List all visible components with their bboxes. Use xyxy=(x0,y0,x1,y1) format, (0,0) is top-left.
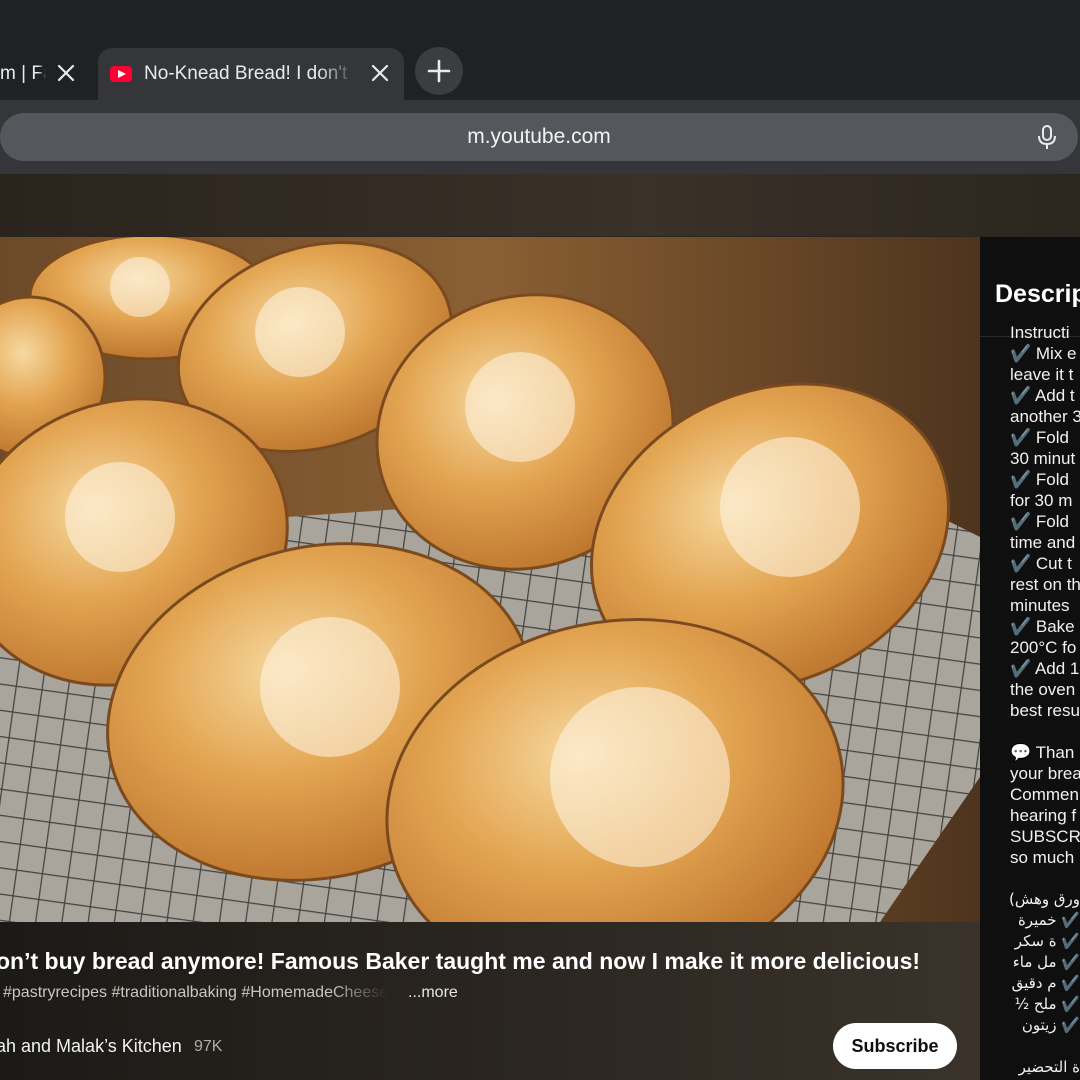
description-line: hearing f xyxy=(1010,806,1077,825)
description-line: ✔️ Fold xyxy=(1010,512,1069,531)
tab-strip: m | Fa No-Knead Bread! I don't xyxy=(0,0,1080,100)
description-body: Instructi ✔️ Mix e leave it t ✔️ Add t anoth… xyxy=(1008,322,1080,1078)
youtube-favicon-icon xyxy=(110,66,132,82)
description-line xyxy=(1010,1036,1080,1057)
description-line: your brea xyxy=(1010,764,1080,783)
microphone-icon[interactable] xyxy=(1034,124,1060,150)
description-line: 200°C fo xyxy=(1010,638,1077,657)
video-metadata: on’t buy bread anymore! Famous Baker tau… xyxy=(0,922,980,1080)
description-line: ✔️ زيتون xyxy=(1021,1016,1080,1034)
description-line: minutes xyxy=(1010,596,1070,615)
page-header xyxy=(0,174,1080,236)
description-line: ✔️ Add t xyxy=(1010,386,1075,405)
description-line: another 3 xyxy=(1010,407,1080,426)
description-line: ✔️ Add 1 xyxy=(1010,659,1080,678)
description-line: ✔️ م دقيق xyxy=(1011,974,1080,992)
description-line: for 30 m xyxy=(1010,491,1073,510)
address-bar[interactable]: m.youtube.com xyxy=(0,113,1078,161)
channel-name[interactable]: ah and Malak’s Kitchen xyxy=(0,1036,182,1057)
subscribe-button[interactable]: Subscribe xyxy=(833,1023,957,1069)
tab-title: m | Fa xyxy=(0,63,46,84)
close-icon[interactable] xyxy=(53,60,79,86)
description-line: ✔️ Bake xyxy=(1010,617,1075,636)
description-line: ✔️ Fold xyxy=(1010,470,1069,489)
description-line: ✔️ مل ماء xyxy=(1012,953,1080,971)
description-line: the oven xyxy=(1010,680,1076,699)
description-line xyxy=(1010,721,1080,742)
description-line xyxy=(1010,868,1080,889)
video-hashtags[interactable]: #pastryrecipes #traditionalbaking #Homem… xyxy=(3,984,388,1002)
browser-toolbar: m.youtube.com xyxy=(0,100,1080,174)
more-link[interactable]: ...more xyxy=(408,984,458,1002)
description-line: ✔️ ة سكر xyxy=(1014,932,1080,950)
description-line: so much xyxy=(1010,848,1075,867)
web-page: on’t buy bread anymore! Famous Baker tau… xyxy=(0,174,1080,1080)
description-line: best resu xyxy=(1010,701,1080,720)
tab-title: No-Knead Bread! I don't xyxy=(144,63,348,84)
description-panel[interactable]: Descrip Instructi ✔️ Mix e leave it t ✔️ Ad… xyxy=(980,237,1080,1080)
description-line: SUBSCR xyxy=(1010,827,1080,846)
description-line: Instructi xyxy=(1010,323,1070,342)
description-line: leave it t xyxy=(1010,365,1074,384)
description-line: ة التحضير xyxy=(1018,1058,1080,1076)
video-title[interactable]: on’t buy bread anymore! Famous Baker tau… xyxy=(0,948,920,975)
description-line: Commen xyxy=(1010,785,1079,804)
description-line: ✔️ Cut t xyxy=(1010,554,1072,573)
close-icon[interactable] xyxy=(367,60,393,86)
description-line: 30 minut xyxy=(1010,449,1076,468)
tab-inactive[interactable]: m | Fa xyxy=(0,48,95,100)
description-line: ورق وهش) xyxy=(1008,890,1080,908)
video-thumbnail-bread xyxy=(0,237,980,922)
subscriber-count: 97K xyxy=(194,1038,223,1055)
description-line: ✔️ ملح ½ xyxy=(1014,995,1080,1013)
new-tab-button[interactable] xyxy=(415,47,463,95)
description-line: rest on th xyxy=(1010,575,1080,594)
tab-active[interactable]: No-Knead Bread! I don't xyxy=(98,48,404,100)
description-heading: Descrip xyxy=(995,280,1080,308)
description-line: 💬 Than xyxy=(1010,743,1075,762)
description-line: ✔️ خميرة xyxy=(1017,911,1080,929)
plus-icon xyxy=(427,59,451,83)
description-line: ✔️ Mix e xyxy=(1010,344,1077,363)
video-player[interactable] xyxy=(0,237,980,922)
description-line: ✔️ Fold xyxy=(1010,428,1069,447)
description-line: time and xyxy=(1010,533,1076,552)
url-text: m.youtube.com xyxy=(467,125,611,148)
